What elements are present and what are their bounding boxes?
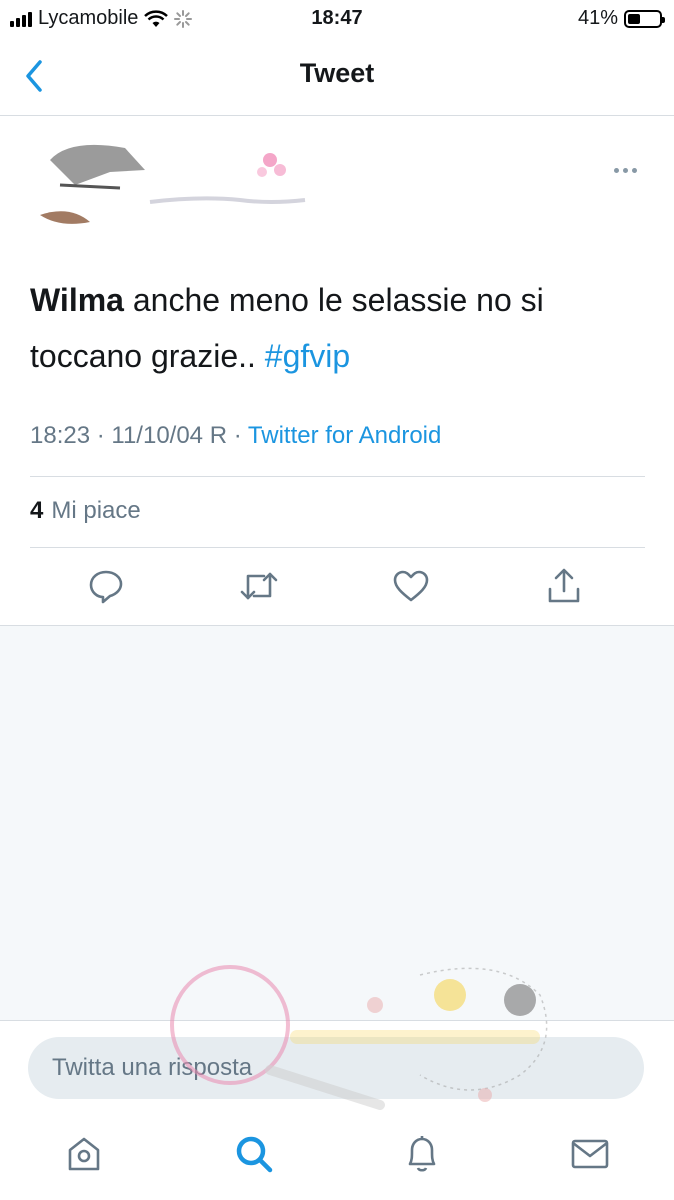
reply-input[interactable] bbox=[28, 1037, 644, 1099]
battery-icon bbox=[624, 9, 665, 28]
heart-icon[interactable] bbox=[391, 566, 431, 606]
replies-area bbox=[0, 625, 674, 1021]
author-header-obscured[interactable] bbox=[30, 130, 330, 230]
page-title: Tweet bbox=[299, 58, 375, 88]
divider bbox=[30, 547, 645, 548]
hashtag-link[interactable]: #gfvip bbox=[265, 338, 350, 374]
divider bbox=[30, 476, 645, 477]
bell-icon[interactable] bbox=[400, 1132, 444, 1176]
retweet-icon[interactable] bbox=[239, 566, 279, 606]
messages-icon[interactable] bbox=[568, 1132, 612, 1176]
status-bar: Lycamobile 18:47 41% bbox=[0, 0, 674, 38]
status-time: 18:47 bbox=[311, 7, 363, 29]
tweet-source-link[interactable]: Twitter for Android bbox=[248, 422, 441, 449]
home-icon[interactable] bbox=[62, 1132, 106, 1176]
likes-label: Mi piace bbox=[51, 497, 141, 524]
battery-percent: 41% bbox=[577, 7, 618, 29]
likes-count: 4 bbox=[30, 497, 44, 524]
tab-bar bbox=[0, 1118, 674, 1200]
reply-bar bbox=[0, 1020, 674, 1119]
likes-row[interactable]: 4 Mi piace bbox=[30, 497, 141, 525]
search-icon[interactable] bbox=[232, 1132, 276, 1176]
reply-icon[interactable] bbox=[86, 566, 126, 606]
more-options-icon[interactable] bbox=[614, 160, 644, 174]
tweet-meta: 18:23 · 11/10/04 R · Twitter for Android bbox=[30, 422, 441, 450]
battery-group: 41% bbox=[577, 7, 665, 30]
share-icon[interactable] bbox=[544, 566, 584, 606]
tweet-timestamp: 18:23 · 11/10/04 R · bbox=[30, 422, 248, 449]
tweet-text: Wilma anche meno le selassie no si tocca… bbox=[30, 272, 650, 384]
nav-bar: Tweet bbox=[0, 38, 674, 116]
tweet-text-bold: Wilma bbox=[30, 282, 124, 318]
tweet-actions bbox=[0, 560, 674, 620]
